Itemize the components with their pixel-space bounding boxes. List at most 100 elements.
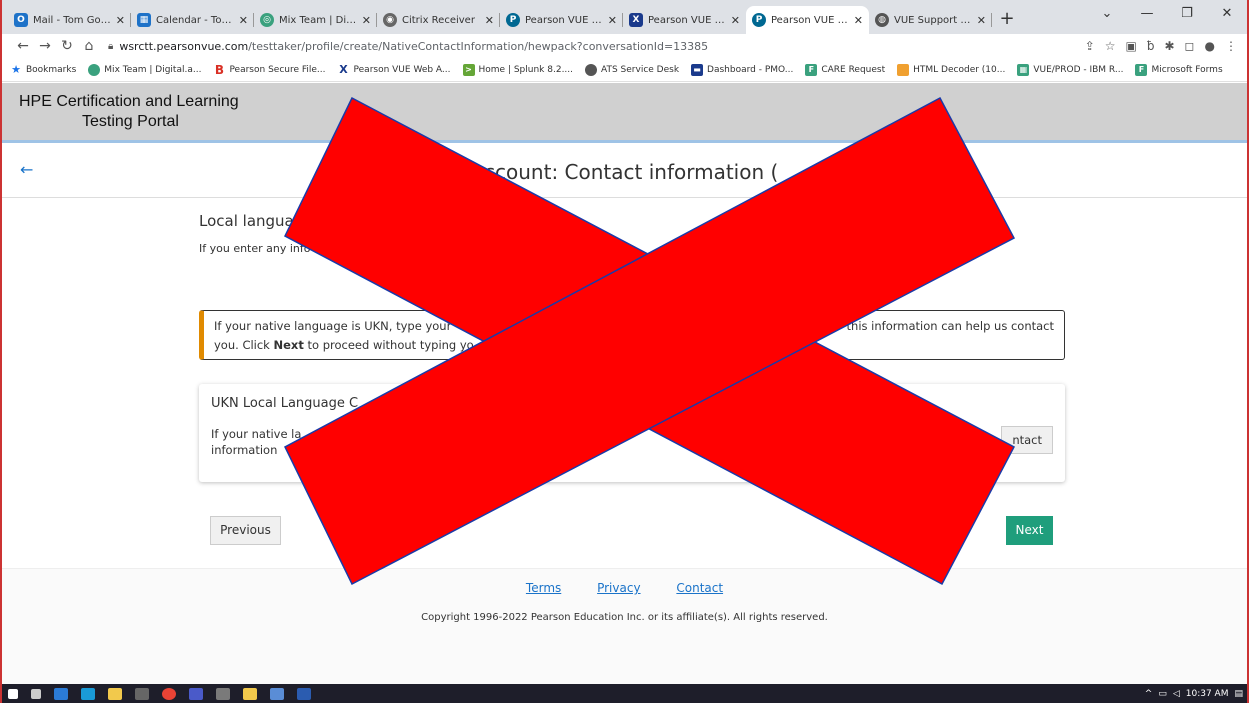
close-icon[interactable]: ✕ [977,14,986,27]
privacy-link[interactable]: Privacy [597,581,640,595]
bookmark-label: CARE Request [821,64,886,75]
add-contact-button[interactable]: ntact [1001,426,1053,454]
app-icon[interactable] [270,687,284,700]
bookmark-star-icon[interactable]: ☆ [1105,39,1116,53]
notifications-icon[interactable]: ▤ [1234,689,1243,699]
card-text-fragment: information [211,443,278,457]
tab-calendar[interactable]: ▦ Calendar - Tom Go ✕ [131,6,254,34]
minimize-icon[interactable]: — [1127,0,1167,30]
close-icon[interactable]: ✕ [485,14,494,27]
close-icon[interactable]: ✕ [239,14,248,27]
bookmark-item[interactable]: HTML Decoder (10... [897,63,1005,76]
tab-pearson-create[interactable]: P Pearson VUE - Cre ✕ [746,6,869,34]
previous-button[interactable]: Previous [210,516,281,545]
outlook-icon: ▦ [137,13,151,27]
teams-icon[interactable] [189,687,203,700]
close-icon[interactable]: ✕ [362,14,371,27]
pearson-icon: P [506,13,520,27]
ibm-icon: ▦ [1017,63,1030,76]
bookmark-label: Mix Team | Digital.a... [104,64,202,75]
tab-vue-support[interactable]: ◍ VUE Support Servic ✕ [869,6,992,34]
contact-link[interactable]: Contact [676,581,723,595]
task-view-icon[interactable] [31,688,41,699]
sidebar-icon[interactable]: ◻ [1185,39,1195,53]
bookmark-item[interactable]: ▦ VUE/PROD - IBM R... [1017,63,1124,76]
browser-toolbar: ← → ↻ ⌂ 🔒︎ wsrctt.pearsonvue.com/testtak… [2,34,1247,58]
bookmark-label: VUE/PROD - IBM R... [1033,64,1124,75]
pearson-icon: P [752,13,766,27]
bookmark-label: Pearson Secure File... [229,64,326,75]
close-icon[interactable]: ✕ [731,14,740,27]
bookmarks-bar: ★ Bookmarks Mix Team | Digital.a... B Pear… [2,58,1247,82]
windows-start-icon[interactable] [8,688,18,699]
clock[interactable]: 10:37 AM [1186,689,1229,699]
citrix-icon: ◉ [383,13,397,27]
chevron-up-icon[interactable]: ^ [1145,689,1153,699]
bookmark-item[interactable]: ★ Bookmarks [10,63,76,76]
url-host: wsrctt.pearsonvue.com [119,39,249,53]
bookmark-item[interactable]: X Pearson VUE Web A... [338,63,450,76]
document-icon [897,63,910,76]
close-icon[interactable]: ✕ [116,14,125,27]
tab-pearson-web[interactable]: X Pearson VUE Web ✕ [623,6,746,34]
edge-icon[interactable] [81,687,95,700]
forward-icon[interactable]: → [34,38,56,54]
tab-pearson-assist[interactable]: P Pearson VUE Assist ✕ [500,6,623,34]
extension-icon[interactable]: ƀ [1147,39,1155,53]
windows-taskbar: ^ ▭ ◁ 10:37 AM ▤ [2,684,1247,703]
tab-label: VUE Support Servic [894,14,973,26]
app-icon[interactable] [216,687,230,700]
close-window-icon[interactable]: ✕ [1207,0,1247,30]
new-tab-button[interactable]: + [992,6,1022,34]
browser-window: O Mail - Tom Gores - ✕ ▦ Calendar - Tom … [0,0,1249,703]
bookmark-label: Dashboard - PMO... [707,64,794,75]
card-title: UKN Local Language C [211,396,359,411]
terminal-icon[interactable] [135,687,149,700]
section-title: Local langua [199,212,294,230]
share-icon[interactable]: ⇪ [1085,39,1095,53]
tab-label: Pearson VUE Web [648,14,727,26]
bookmark-item[interactable]: Mix Team | Digital.a... [88,63,202,76]
local-language-card: UKN Local Language C If your native la n.… [199,384,1065,482]
bookmark-item[interactable]: ATS Service Desk [585,63,679,76]
restore-icon[interactable]: ❐ [1167,0,1207,30]
tab-citrix[interactable]: ◉ Citrix Receiver ✕ [377,6,500,34]
bookmark-item[interactable]: B Pearson Secure File... [213,62,326,77]
section-description: If you enter any info [199,242,311,255]
card-text-fragment: typing your info [879,443,971,457]
globe-icon [585,63,598,76]
vue-icon: X [629,13,643,27]
app-icon[interactable] [243,687,257,700]
profile-icon[interactable]: ● [1205,39,1215,53]
close-icon[interactable]: ✕ [854,14,863,27]
close-icon[interactable]: ✕ [608,14,617,27]
chrome-icon[interactable] [162,687,176,700]
volume-icon[interactable]: ◁ [1173,689,1180,699]
edge-icon[interactable] [54,687,68,700]
window-controls: ⌄ — ❐ ✕ [1087,0,1247,30]
menu-icon[interactable]: ⋮ [1225,39,1237,53]
home-icon[interactable]: ⌂ [78,38,100,54]
lock-icon[interactable]: 🔒︎ [108,41,113,52]
puzzle-icon[interactable]: ✱ [1164,39,1174,53]
network-icon[interactable]: ▭ [1158,689,1167,699]
tab-label: Pearson VUE - Cre [771,14,850,26]
tab-mix-team[interactable]: ◎ Mix Team | Digital ✕ [254,6,377,34]
address-bar[interactable]: 🔒︎ wsrctt.pearsonvue.com/testtaker/profi… [100,35,1085,57]
bookmark-item[interactable]: F CARE Request [805,63,886,76]
tab-search-icon[interactable]: ⌄ [1087,0,1127,30]
back-icon[interactable]: ← [12,38,34,54]
terms-link[interactable]: Terms [526,581,561,595]
next-button[interactable]: Next [1006,516,1053,545]
pearson-b-icon: B [214,62,225,77]
bookmark-item[interactable]: F Microsoft Forms [1135,63,1223,76]
card-text: If your native la n. An information typing… [211,426,971,458]
bookmark-item[interactable]: > Home | Splunk 8.2.... [462,63,573,76]
word-icon[interactable] [297,687,311,700]
extension-icon[interactable]: ▣ [1126,39,1137,53]
teams-icon: ◎ [260,13,274,27]
bookmark-item[interactable]: ▬ Dashboard - PMO... [691,63,794,76]
reload-icon[interactable]: ↻ [56,38,78,54]
tab-mail[interactable]: O Mail - Tom Gores - ✕ [8,6,131,34]
file-explorer-icon[interactable] [108,687,122,700]
